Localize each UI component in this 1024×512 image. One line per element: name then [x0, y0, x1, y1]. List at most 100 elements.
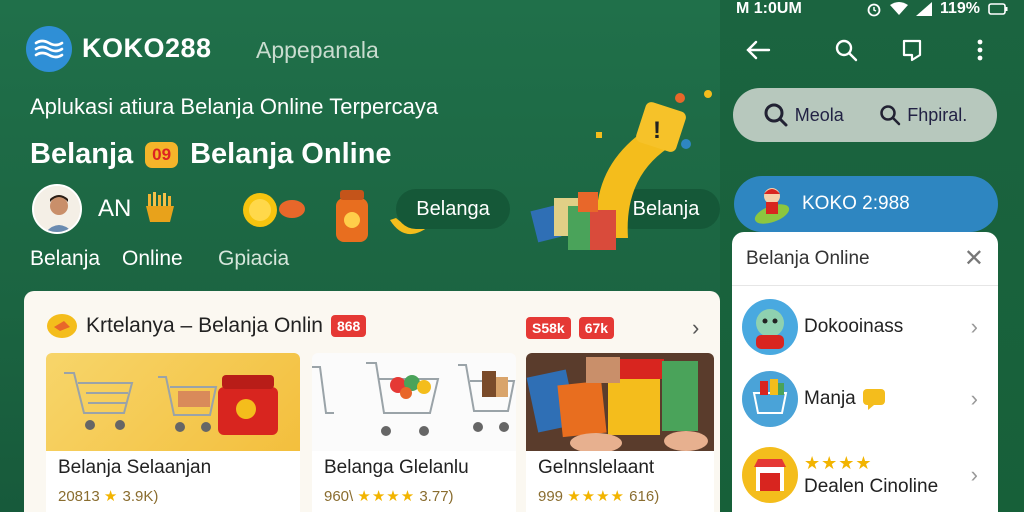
product-title: Belanja Selaanjan [58, 457, 212, 478]
waves-icon [34, 39, 64, 59]
star-rating: ★★★★ [804, 452, 873, 473]
coin-icon [243, 193, 305, 227]
product-meta: 20813 ★ 3.9K) [58, 487, 288, 505]
menu-item-manja[interactable]: Manja › [732, 364, 998, 434]
brand-logo[interactable] [26, 26, 72, 72]
card-title-badge: 868 [330, 315, 367, 337]
status-time: M 1:0UM [736, 0, 802, 17]
chevron-right-icon: › [970, 386, 978, 411]
headline-left: Belanja [30, 138, 134, 170]
brand-name: KOKO288 [82, 33, 212, 63]
person-icon [34, 186, 80, 232]
product-title: Gelnnslelaant [538, 457, 655, 478]
brand-pill-label: KOKO 2:988 [802, 193, 910, 214]
brand-pill[interactable]: KOKO 2:988 [734, 176, 998, 232]
fries-icon [146, 192, 174, 222]
svg-text:!: ! [653, 117, 661, 144]
menu-item-label: ★★★★ Dealen Cinoline [804, 453, 971, 498]
close-icon[interactable]: ✕ [964, 244, 984, 273]
search-icon [764, 103, 788, 127]
category-menu: Belanja Online ✕ Dokooinass › Manja › ★★… [732, 232, 998, 512]
coupon-icon [47, 314, 77, 338]
app-label: Appepanala [256, 37, 379, 63]
chip-label: Meola [794, 104, 844, 125]
star-rating: ★ [103, 488, 119, 505]
cart-icon [742, 371, 798, 427]
chevron-right-icon[interactable]: › [692, 315, 699, 341]
headline-badge: 09 [145, 141, 179, 168]
menu-title: Belanja Online [746, 247, 870, 269]
bookmark-icon[interactable] [898, 36, 926, 64]
chevron-right-icon: › [970, 462, 978, 487]
product-info: Gelnnslelaant 999 ★★★★ 616) [526, 451, 714, 512]
review-count: 3.77) [419, 488, 454, 505]
signal-icon [915, 2, 932, 16]
product-meta: 999 ★★★★ 616) [538, 487, 702, 505]
app-screen: KOKO288 Appepanala Aplukasi atiura Belan… [0, 0, 1024, 512]
star-rating: ★★★★ [567, 488, 625, 505]
product-card[interactable]: Belanga Glelanlu 960\ ★★★★ 3.77) [312, 353, 516, 512]
status-icons: 119% [866, 0, 1008, 18]
product-image [526, 353, 714, 451]
menu-item-dokooinass[interactable]: Dokooinass › [732, 292, 998, 362]
back-arrow-icon[interactable] [744, 36, 772, 64]
chip-meola[interactable]: Meola [763, 102, 844, 128]
product-price: 999 [538, 488, 564, 505]
price-badge: 67k [578, 317, 615, 339]
menu-item-text: Manja [804, 388, 856, 409]
label-belanja: Belanja [30, 247, 101, 270]
product-card[interactable]: Gelnnslelaant 999 ★★★★ 616) [526, 353, 714, 512]
an-label: AN [98, 195, 132, 222]
review-count: 3.9K) [122, 488, 159, 505]
chevron-right-icon: › [970, 314, 978, 339]
battery-icon [988, 3, 1008, 15]
snacks-icon [526, 357, 708, 451]
product-meta: 960\ ★★★★ 3.77) [324, 487, 504, 505]
avatar[interactable] [32, 184, 82, 234]
product-image [312, 353, 516, 451]
search-icon[interactable] [832, 36, 860, 64]
shopping-cart-icon [312, 362, 516, 436]
product-image [46, 353, 300, 451]
filter-chips: Meola Fhpiral. [733, 88, 997, 142]
phone-panel: M 1:0UM 119% Meola Fhpiral. KOKO 2:988 B… [720, 0, 1024, 512]
product-card[interactable]: Belanja Selaanjan 20813 ★ 3.9K) [46, 353, 300, 512]
product-price: 960\ [324, 488, 354, 505]
chip-label: Fhpiral. [907, 104, 968, 125]
headline-right: Belanja Online [190, 138, 392, 170]
shopping-burst-illustration: ! [530, 90, 712, 250]
menu-header: Belanja Online ✕ [732, 232, 998, 286]
review-count: 616) [629, 488, 660, 505]
status-bar: M 1:0UM 119% [736, 0, 1016, 20]
menu-item-text: Dealen Cinoline [804, 475, 939, 497]
card-badges: S58k 67k [526, 317, 615, 339]
headline: Belanja 09 Belanja Online [30, 138, 392, 171]
product-info: Belanga Glelanlu 960\ ★★★★ 3.77) [312, 451, 516, 512]
shopping-card: Krtelanya – Belanja Onlin 868 S58k 67k › [24, 291, 720, 512]
chat-bubble-icon [862, 389, 885, 410]
mascot-icon [754, 188, 790, 224]
label-online: Online [122, 247, 183, 270]
toolbar [744, 36, 1004, 64]
search-icon [880, 105, 901, 126]
product-price: 20813 [58, 488, 100, 505]
card-title: Krtelanya – Belanja Onlin [86, 314, 323, 337]
alarm-icon [867, 3, 881, 17]
card-header: Krtelanya – Belanja Onlin 868 [46, 313, 367, 339]
label-gpiacia: Gpiacia [218, 247, 290, 270]
shop-icon [742, 447, 798, 503]
more-vertical-icon[interactable] [966, 36, 994, 64]
character-icon [742, 299, 798, 355]
product-info: Belanja Selaanjan 20813 ★ 3.9K) [46, 451, 300, 512]
drink-can-icon [336, 190, 368, 242]
pill-belanga[interactable]: Belanga [396, 189, 510, 229]
shopping-cart-icon [64, 372, 278, 435]
chip-fhpiral[interactable]: Fhpiral. [879, 104, 967, 126]
wifi-icon [889, 2, 908, 15]
star-rating: ★★★★ [357, 488, 416, 505]
menu-item-label: Dokooinass [804, 316, 904, 337]
tagline: Aplukasi atiura Belanja Online Terpercay… [30, 94, 439, 119]
menu-item-dealen-cinoline[interactable]: ★★★★ Dealen Cinoline › [732, 440, 998, 510]
price-badge: S58k [526, 317, 571, 339]
battery-level: 119% [939, 0, 980, 17]
